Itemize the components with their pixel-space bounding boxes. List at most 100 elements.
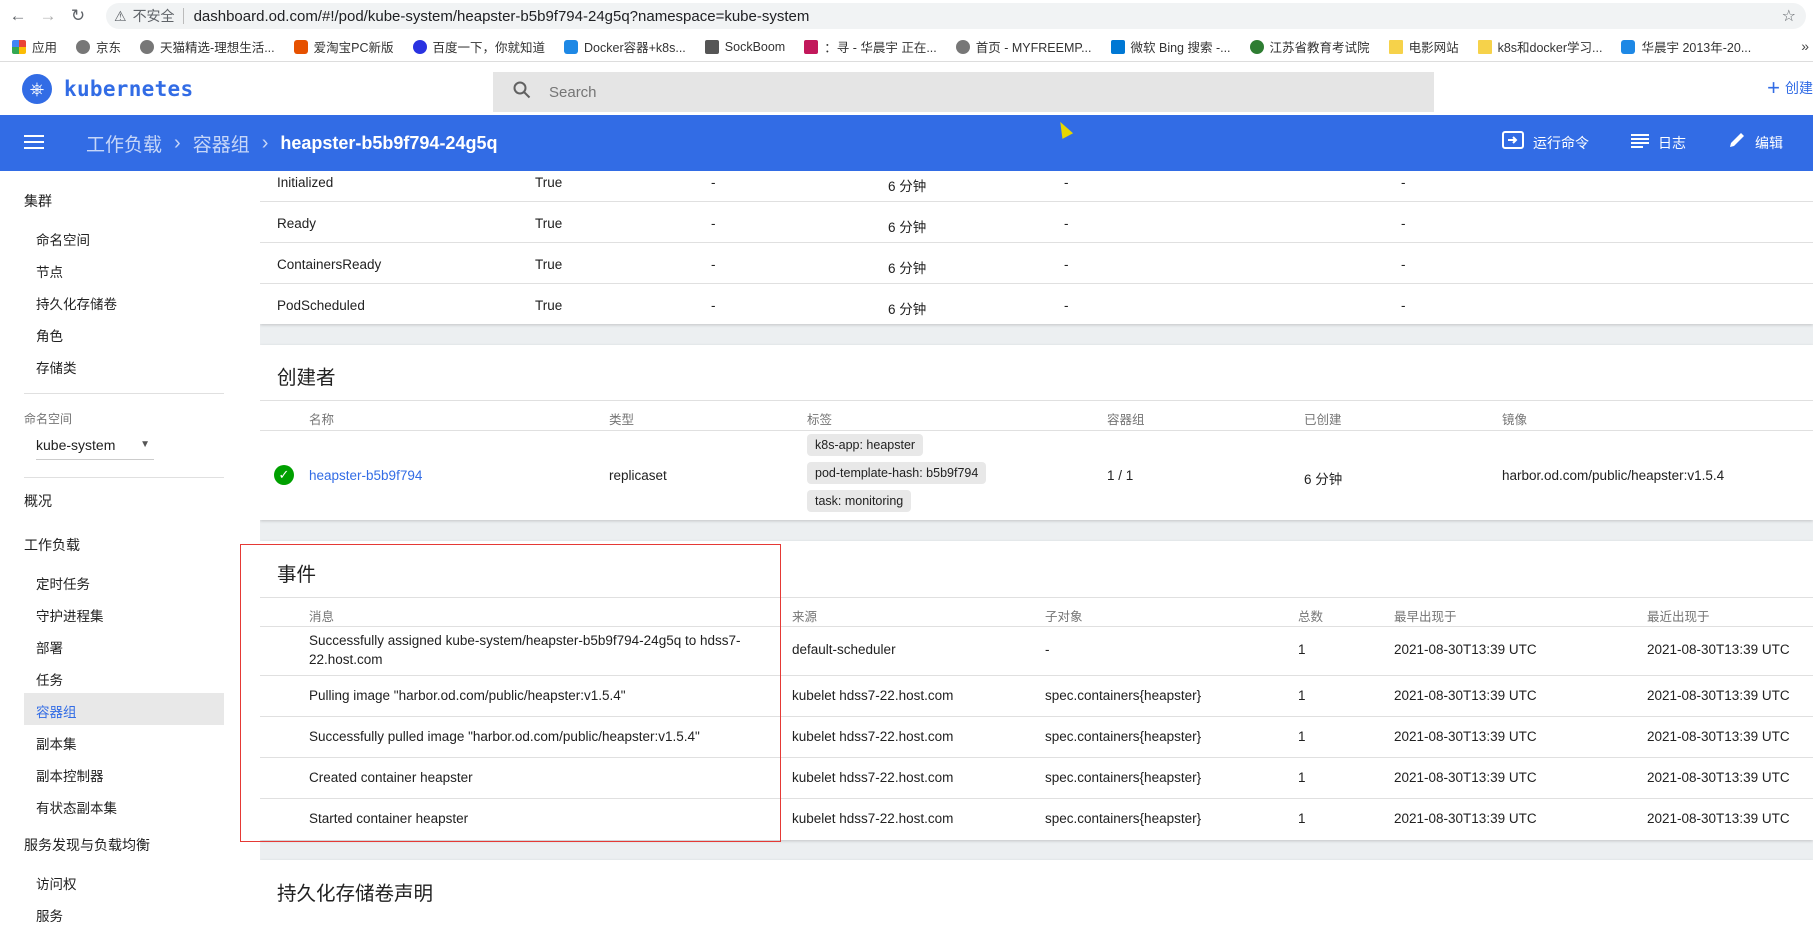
reload-icon[interactable]: ↻ — [66, 4, 90, 28]
sidebar-item-daemonsets[interactable]: 守护进程集 — [36, 605, 104, 625]
sidebar-item-services[interactable]: 服务 — [36, 905, 63, 925]
pvc-title: 持久化存储卷声明 — [277, 883, 434, 905]
creator-header-row: 名称 类型 标签 容器组 已创建 镜像 — [260, 400, 1813, 431]
event-message: Started container heapster — [309, 811, 469, 826]
breadcrumb-pods[interactable]: 容器组 — [193, 130, 250, 157]
bookmark-movies[interactable]: 电影网站 — [1388, 37, 1459, 56]
column-header-created: 已创建 — [1304, 413, 1342, 427]
pvc-card: 持久化存储卷声明 — [260, 860, 1813, 928]
column-header-last-seen: 最近出现于 — [1647, 610, 1710, 624]
events-title: 事件 — [277, 564, 317, 586]
menu-icon[interactable] — [24, 130, 46, 156]
table-row: Successfully pulled image "harbor.od.com… — [260, 717, 1813, 758]
bookmark-hcy[interactable]: 华晨宇 2013年-20... — [1621, 37, 1751, 56]
condition-status: True — [535, 257, 563, 272]
event-last-seen: 2021-08-30T13:39 UTC — [1647, 729, 1790, 744]
event-subobject: spec.containers{heapster} — [1045, 688, 1202, 703]
sidebar-item-storage-classes[interactable]: 存储类 — [36, 357, 77, 377]
sidebar-item-statefulsets[interactable]: 有状态副本集 — [36, 797, 117, 817]
bookmark-k8s[interactable]: k8s和docker学习... — [1477, 37, 1602, 56]
sidebar-section-cluster[interactable]: 集群 — [24, 191, 52, 211]
sidebar-item-nodes[interactable]: 节点 — [36, 261, 63, 281]
event-count: 1 — [1298, 811, 1306, 826]
forward-icon[interactable]: → — [36, 4, 60, 28]
event-subobject: - — [1045, 642, 1050, 657]
sidebar-item-persistent-volumes[interactable]: 持久化存储卷 — [36, 293, 117, 313]
creator-pods: 1 / 1 — [1107, 468, 1134, 483]
back-icon[interactable]: ← — [6, 4, 30, 28]
table-row: Ready True - 6 分钟 - - — [260, 202, 1813, 243]
condition-reason: - — [1064, 175, 1069, 190]
sidebar-item-overview[interactable]: 概况 — [24, 491, 52, 511]
breadcrumb-workloads[interactable]: 工作负载 — [86, 130, 162, 157]
bookmark-myfreemp[interactable]: 首页 - MYFREEMP... — [955, 37, 1092, 56]
namespace-label: 命名空间 — [24, 412, 73, 426]
bookmark-jd[interactable]: 京东 — [76, 37, 121, 56]
bookmark-star-icon[interactable]: ☆ — [1782, 6, 1796, 26]
event-source: kubelet hdss7-22.host.com — [792, 811, 954, 826]
sidebar-section-discovery[interactable]: 服务发现与负载均衡 — [24, 835, 150, 855]
bookmark-sockboom[interactable]: SockBoom — [704, 39, 785, 54]
column-header-subobject: 子对象 — [1045, 610, 1083, 624]
event-message: Successfully pulled image "harbor.od.com… — [309, 729, 700, 744]
url-text[interactable]: dashboard.od.com/#!/pod/kube-system/heap… — [194, 8, 810, 25]
column-header-pods: 容器组 — [1107, 413, 1145, 427]
bookmark-music[interactable]: ：寻 - 华晨宇 正在... — [804, 37, 937, 56]
sidebar-item-ingresses[interactable]: 访问权 — [36, 873, 77, 893]
condition-message: - — [1401, 298, 1406, 313]
music-note-icon — [804, 39, 819, 54]
more-bookmarks-button[interactable]: » — [1801, 38, 1809, 54]
condition-status: True — [535, 216, 563, 231]
event-message: Successfully assigned kube-system/heapst… — [309, 633, 741, 667]
condition-type: ContainersReady — [277, 257, 382, 272]
conditions-card: Initialized True - 6 分钟 - - Ready True -… — [260, 171, 1813, 324]
bookmark-apps[interactable]: 应用 — [12, 37, 57, 56]
condition-message: - — [1401, 257, 1406, 272]
bookmark-bing[interactable]: 微软 Bing 搜索 -... — [1110, 37, 1231, 56]
event-message: Pulling image "harbor.od.com/public/heap… — [309, 688, 626, 703]
globe-icon — [955, 39, 970, 54]
column-header-count: 总数 — [1298, 610, 1324, 624]
edit-button[interactable]: 编辑 — [1728, 131, 1783, 155]
sidebar-item-roles[interactable]: 角色 — [36, 325, 63, 345]
app-name: kubernetes — [64, 77, 194, 101]
sidebar-item-replicasets[interactable]: 副本集 — [36, 733, 77, 753]
insecure-label: 不安全 — [132, 8, 175, 24]
namespace-select[interactable]: kube-system ▼ — [36, 430, 154, 460]
sidebar-item-cronjobs[interactable]: 定时任务 — [36, 573, 90, 593]
column-header-source: 来源 — [792, 610, 818, 624]
label-chip: pod-template-hash: b5b9f794 — [807, 462, 987, 484]
create-button[interactable]: + 创建 — [1767, 77, 1813, 99]
sidebar-item-replication-controllers[interactable]: 副本控制器 — [36, 765, 104, 785]
sidebar-item-jobs[interactable]: 任务 — [36, 669, 63, 689]
condition-reason: - — [1064, 257, 1069, 272]
event-first-seen: 2021-08-30T13:39 UTC — [1394, 642, 1537, 657]
sidebar-item-pods[interactable]: 容器组 — [36, 701, 77, 721]
search-input[interactable] — [549, 83, 1399, 101]
event-last-seen: 2021-08-30T13:39 UTC — [1647, 770, 1790, 785]
sidebar-item-deployments[interactable]: 部署 — [36, 637, 63, 657]
main-content: Initialized True - 6 分钟 - - Ready True -… — [260, 171, 1813, 928]
table-row: ContainersReady True - 6 分钟 - - — [260, 243, 1813, 284]
sidebar-section-workloads[interactable]: 工作负载 — [24, 535, 80, 555]
bookmark-tmall[interactable]: 天猫精选-理想生活... — [140, 37, 275, 56]
event-subobject: spec.containers{heapster} — [1045, 729, 1202, 744]
search-bar[interactable] — [493, 72, 1434, 112]
bookmarks-bar: 应用 京东 天猫精选-理想生活... 爱淘宝PC新版 百度一下，你就知道 Doc… — [0, 32, 1813, 62]
logs-button[interactable]: 日志 — [1631, 132, 1686, 155]
success-check-icon: ✓ — [274, 465, 294, 485]
toolbar: 工作负载 › 容器组 › heapster-b5b9f794-24g5q 运行命… — [0, 115, 1813, 171]
event-subobject: spec.containers{heapster} — [1045, 811, 1202, 826]
url-field[interactable]: ⚠ 不安全 dashboard.od.com/#!/pod/kube-syste… — [106, 3, 1806, 29]
bilibili-tv-icon — [564, 39, 579, 54]
bookmark-docker[interactable]: Docker容器+k8s... — [564, 37, 686, 56]
sidebar-divider — [24, 477, 224, 478]
replicaset-link[interactable]: heapster-b5b9f794 — [309, 468, 422, 483]
exec-button[interactable]: 运行命令 — [1502, 131, 1589, 155]
bookmark-taobao[interactable]: 爱淘宝PC新版 — [293, 37, 394, 56]
condition-status: True — [535, 175, 563, 190]
bookmark-baidu[interactable]: 百度一下，你就知道 — [412, 37, 545, 56]
bookmark-jseea[interactable]: 江苏省教育考试院 — [1249, 37, 1370, 56]
kubernetes-logo[interactable]: ⎈ kubernetes — [22, 74, 193, 104]
sidebar-item-namespaces[interactable]: 命名空间 — [36, 229, 90, 249]
